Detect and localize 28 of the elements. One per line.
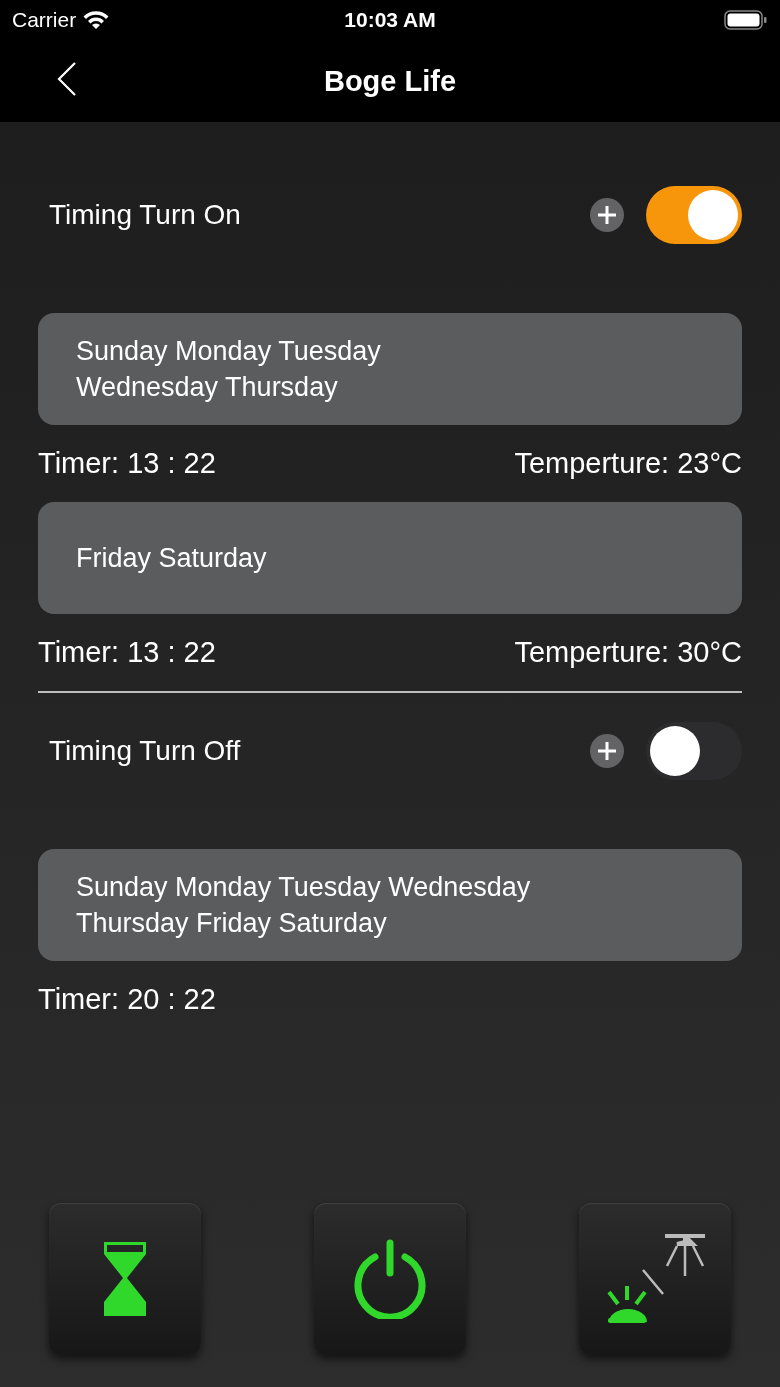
days-card[interactable]: Friday Saturday (38, 502, 742, 614)
status-time: 10:03 AM (344, 8, 436, 32)
days-card[interactable]: Sunday Monday Tuesday Wednesday Thursday (38, 313, 742, 425)
days-text: Sunday Monday Tuesday Wednesday Thursday (76, 335, 381, 404)
back-icon[interactable] (56, 61, 78, 97)
battery-icon (724, 9, 768, 31)
timer-button[interactable] (49, 1203, 201, 1355)
timer-text: Timer: 20 : 22 (38, 983, 216, 1016)
carrier-name: Carrier (12, 8, 77, 32)
light-button[interactable] (579, 1203, 731, 1355)
toggle-switch[interactable] (646, 186, 742, 244)
days-text: Friday Saturday (76, 542, 267, 575)
power-icon (353, 1239, 427, 1319)
screen-title: Boge Life (323, 64, 457, 98)
temperature-text: Temperture: 30°C (514, 636, 742, 669)
days-text: Sunday Monday Tuesday Wednesday Thursday Friday Saturday (76, 871, 531, 940)
power-button[interactable] (314, 1203, 466, 1355)
timer-text: Timer: 13 : 22 (38, 447, 216, 480)
lamp-sensor-icon (605, 1234, 705, 1324)
section-title: Timing Turn On (49, 199, 242, 231)
wifi-icon (82, 10, 111, 30)
add-icon[interactable] (590, 198, 624, 232)
add-icon[interactable] (590, 734, 624, 768)
timer-text: Timer: 13 : 22 (38, 636, 216, 669)
temperature-text: Temperture: 23°C (514, 447, 742, 480)
section-title: Timing Turn Off (49, 735, 242, 767)
days-card[interactable]: Sunday Monday Tuesday Wednesday Thursday Friday Saturday (38, 849, 742, 961)
hourglass-icon (102, 1240, 148, 1318)
